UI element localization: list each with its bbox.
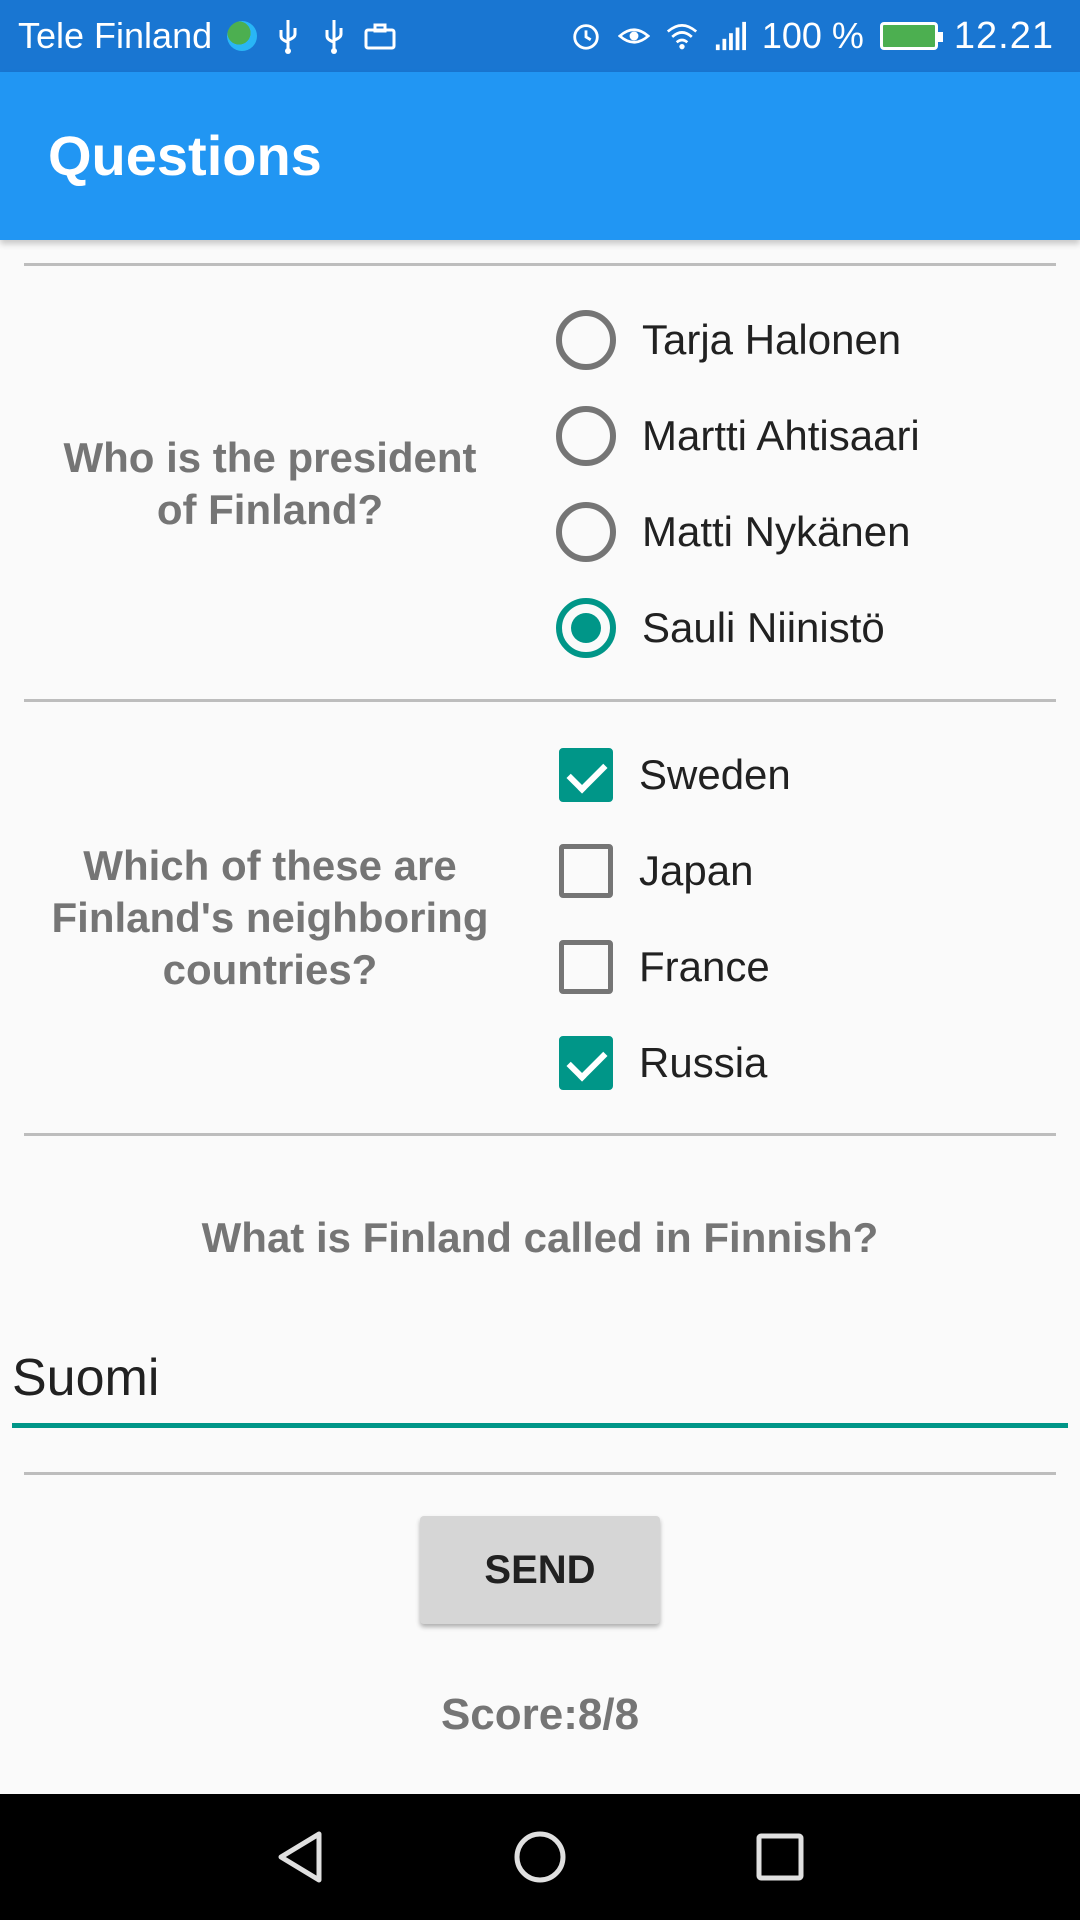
checkbox-option-russia[interactable]: Russia <box>556 1023 767 1103</box>
divider <box>24 1472 1056 1475</box>
alarm-icon <box>570 16 602 56</box>
navigation-bar <box>0 1794 1080 1920</box>
option-label: Martti Ahtisaari <box>642 412 920 459</box>
radio-button-checked[interactable] <box>556 598 616 658</box>
option-label: Sweden <box>639 751 791 798</box>
signal-icon <box>714 16 746 56</box>
checkbox-unchecked[interactable] <box>559 844 613 898</box>
divider <box>24 1133 1056 1136</box>
radio-option-tarja-halonen[interactable]: Tarja Halonen <box>556 300 901 380</box>
divider <box>24 699 1056 702</box>
back-icon[interactable] <box>270 1827 330 1887</box>
question-1-text: Who is the president of Finland? <box>63 434 477 533</box>
radio-button-unchecked[interactable] <box>556 406 616 466</box>
answer-input[interactable] <box>12 1332 1068 1428</box>
battery-percent: 100 % <box>761 15 864 56</box>
checkbox-checked[interactable] <box>559 1036 613 1090</box>
usb-icon <box>318 16 350 56</box>
carrier-name: Tele Finland <box>18 15 213 56</box>
checkbox-option-japan[interactable]: Japan <box>556 831 753 911</box>
send-button[interactable]: SEND <box>420 1516 660 1624</box>
page-title: Questions <box>48 124 322 187</box>
app-bar: Questions <box>0 72 1080 240</box>
option-label: Japan <box>639 847 754 894</box>
radio-button-unchecked[interactable] <box>556 502 616 562</box>
radio-button-unchecked[interactable] <box>556 310 616 370</box>
option-label: France <box>639 943 770 990</box>
divider <box>24 263 1056 266</box>
usb-icon <box>272 16 304 56</box>
checkbox-checked[interactable] <box>559 748 613 802</box>
recents-icon[interactable] <box>750 1827 810 1887</box>
option-label: Tarja Halonen <box>642 316 902 363</box>
radio-option-martti-ahtisaari[interactable]: Martti Ahtisaari <box>556 396 920 476</box>
question-3-text: What is Finland called in Finnish? <box>201 1214 879 1261</box>
checkbox-option-sweden[interactable]: Sweden <box>556 735 791 815</box>
clock: 12.21 <box>953 14 1054 57</box>
briefcase-icon <box>364 16 396 56</box>
status-right: 100 % 12.21 <box>570 0 1054 72</box>
wifi-icon <box>666 16 698 56</box>
status-bar: Tele Finland 100 % 12.21 <box>0 0 1080 72</box>
home-icon[interactable] <box>510 1827 570 1887</box>
battery-charging-icon <box>879 22 943 50</box>
radio-option-sauli-niinisto[interactable]: Sauli Niinistö <box>556 588 885 668</box>
radio-option-matti-nykanen[interactable]: Matti Nykänen <box>556 492 910 572</box>
score-text: Score:8/8 <box>440 1690 640 1739</box>
option-label: Matti Nykänen <box>642 508 911 555</box>
globe-icon <box>226 16 258 56</box>
checkbox-option-france[interactable]: France <box>556 927 770 1007</box>
option-label: Sauli Niinistö <box>642 604 885 651</box>
checkbox-unchecked[interactable] <box>559 940 613 994</box>
option-label: Russia <box>639 1039 768 1086</box>
eye-icon <box>617 16 650 56</box>
status-left: Tele Finland <box>18 0 396 72</box>
question-2-text: Which of these are Finland's neighboring… <box>51 842 489 993</box>
